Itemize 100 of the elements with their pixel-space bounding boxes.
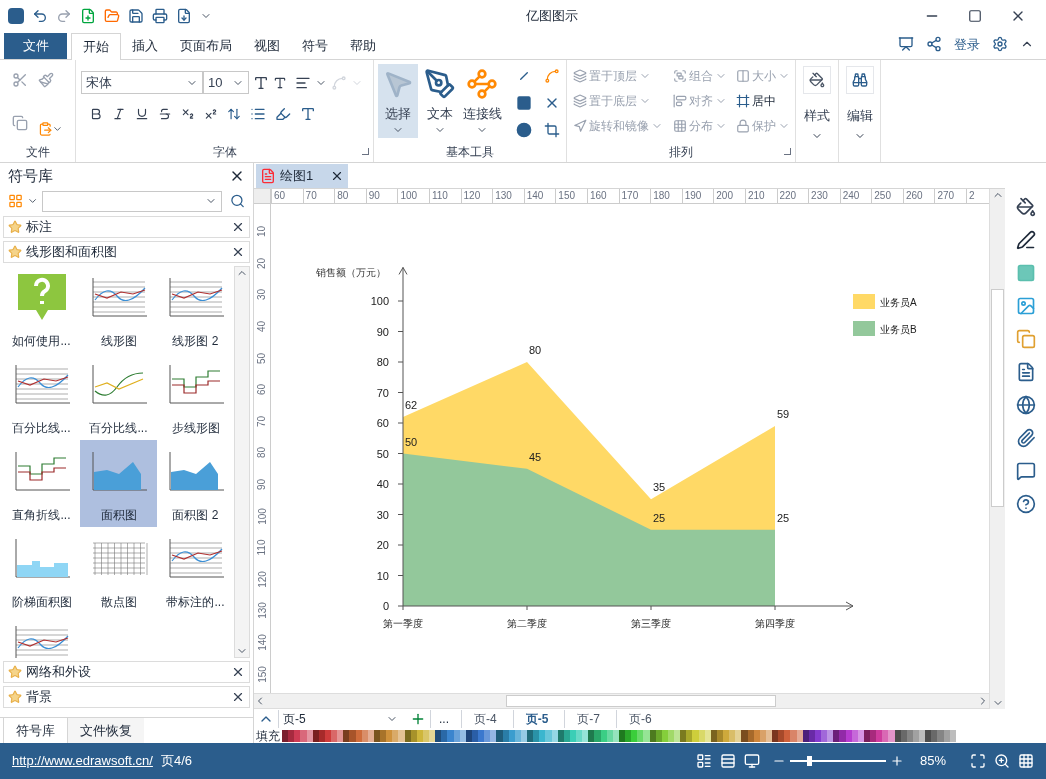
data-label: 35 <box>653 481 666 494</box>
ruler-label: 110 <box>255 539 269 556</box>
ruler-label: 90 <box>365 189 398 203</box>
tool-button[interactable]: 选择 <box>378 64 418 138</box>
library-item[interactable]: 步线形图 <box>157 353 234 440</box>
ruler-label: 90 <box>255 479 269 491</box>
tick-label: 90 <box>376 325 389 338</box>
style-button[interactable]: 样式 <box>803 66 831 142</box>
library-section-header[interactable]: 网络和外设 <box>3 661 250 683</box>
library-section-header[interactable]: 标注 <box>3 216 250 238</box>
ruler-label: 210 <box>744 189 777 203</box>
panel-tab[interactable]: 文件恢复 <box>68 718 144 743</box>
tool-button[interactable]: 文本 <box>420 64 460 138</box>
page-tab[interactable]: 页-7 <box>564 710 613 728</box>
ruler-label: 230 <box>808 189 840 203</box>
ruler-label: 130 <box>492 189 524 203</box>
website-link[interactable]: http://www.edrawsoft.cn/ <box>12 751 153 771</box>
ribbon-tab[interactable]: 插入 <box>121 33 169 59</box>
section-label: 网络和外设 <box>26 663 92 682</box>
tick-label: 60 <box>376 417 389 429</box>
zoom-value[interactable]: 85% <box>919 751 946 771</box>
ruler-label: 100 <box>397 189 429 203</box>
panel-title: 符号库 <box>8 165 54 186</box>
ruler-label: 80 <box>334 189 366 203</box>
group-label: 排列 <box>669 144 693 161</box>
ruler-label: 60 <box>255 384 269 396</box>
library-item[interactable]: 面积图 <box>80 440 157 527</box>
page-tab[interactable]: 页-4 <box>461 710 509 728</box>
ruler-label: 180 <box>650 189 682 203</box>
data-label: 25 <box>777 511 790 524</box>
tick-label: 50 <box>376 447 389 460</box>
login-link[interactable]: 登录 <box>954 34 980 54</box>
ruler-label: 80 <box>255 447 269 459</box>
library-section-header[interactable]: 背景 <box>3 686 250 708</box>
ruler-label: 100 <box>255 507 269 525</box>
ruler-label: 70 <box>302 189 335 203</box>
library-item[interactable]: 直角折线... <box>3 440 80 527</box>
document-tab[interactable]: 绘图1 <box>256 164 348 188</box>
ruler-label: 240 <box>839 189 872 203</box>
section-label: 背景 <box>26 688 53 707</box>
ruler-label: 70 <box>255 415 269 427</box>
arrange-button[interactable]: 居中 <box>736 91 795 110</box>
tick-label: 40 <box>376 478 389 490</box>
data-label: 80 <box>529 344 542 356</box>
edit-button[interactable]: 编辑 <box>845 66 874 142</box>
data-label: 50 <box>405 435 418 448</box>
ribbon-tab[interactable]: 帮助 <box>339 33 387 59</box>
tick-label: 100 <box>370 295 389 307</box>
group-label: 文件 <box>25 144 50 161</box>
ruler-label: 150 <box>555 189 587 203</box>
library-item[interactable]: 散点图 <box>80 527 157 614</box>
page-tab[interactable]: 页-6 <box>616 710 664 728</box>
legend-label: 业务员B <box>880 324 917 335</box>
font-select[interactable]: 宋体 <box>81 71 203 94</box>
fill-label: 填充 <box>255 728 281 745</box>
ruler-label: 40 <box>255 321 269 333</box>
section-label: 标注 <box>26 218 53 237</box>
library-item[interactable]: 阶梯面积图 <box>3 527 80 614</box>
library-item[interactable]: 百分比线... <box>3 353 80 440</box>
more-pages[interactable]: ... <box>430 710 457 728</box>
panel-tab[interactable]: 符号库 <box>3 718 68 743</box>
category-label: 第二季度 <box>507 618 547 629</box>
ruler-label: 130 <box>255 602 269 620</box>
ruler-label: 160 <box>586 189 619 203</box>
ribbon-tab[interactable]: 视图 <box>243 33 291 59</box>
library-item[interactable]: 面积图 2 <box>157 440 234 527</box>
ribbon-tab[interactable]: 开始 <box>71 33 121 60</box>
ruler-label: 150 <box>255 665 269 683</box>
data-label: 45 <box>529 450 542 463</box>
tool-button[interactable]: 连接线 <box>462 64 502 138</box>
ruler-label: 260 <box>902 189 935 203</box>
font-size-select[interactable]: 10 <box>203 71 249 94</box>
page-select[interactable]: 页-5 <box>278 710 398 728</box>
data-label: 62 <box>405 398 418 411</box>
library-item[interactable]: 带标注的... <box>157 527 234 614</box>
ruler-label: 30 <box>255 289 269 301</box>
data-label: 25 <box>653 511 666 524</box>
ruler-label: 120 <box>460 189 493 203</box>
ruler-label: 270 <box>934 189 967 203</box>
tick-label: 10 <box>376 569 389 582</box>
group-label: 字体 <box>212 144 237 161</box>
category-label: 第一季度 <box>383 618 423 629</box>
library-item[interactable]: 如何使用... <box>3 266 80 353</box>
ruler-label: 250 <box>871 189 903 203</box>
library-item[interactable]: 百分比线... <box>80 353 157 440</box>
page-tab[interactable]: 页-5 <box>512 710 561 728</box>
library-item[interactable]: 线形图 2 <box>157 266 234 353</box>
file-menu-tab[interactable]: 文件 <box>4 33 67 59</box>
legend-label: 业务员A <box>880 297 917 308</box>
section-label: 线形图和面积图 <box>26 243 118 262</box>
ribbon-tab[interactable]: 页面布局 <box>169 33 243 59</box>
ribbon-tab[interactable]: 符号 <box>291 33 339 59</box>
library-item[interactable]: 线形图 <box>80 266 157 353</box>
library-section-header[interactable]: 线形图和面积图 <box>3 241 250 263</box>
tick-label: 70 <box>376 386 389 399</box>
tick-label: 20 <box>376 539 389 551</box>
category-label: 第三季度 <box>631 618 671 629</box>
ruler-label: 170 <box>618 189 651 203</box>
tick-label: 80 <box>376 356 389 368</box>
ruler-label: 190 <box>681 189 714 203</box>
